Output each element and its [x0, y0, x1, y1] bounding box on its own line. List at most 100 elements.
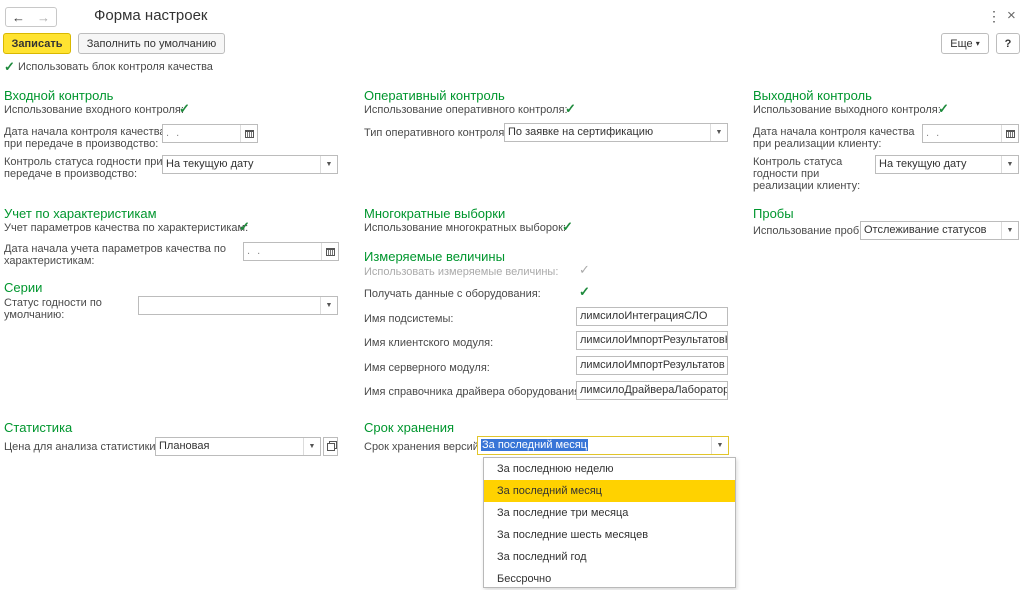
- series-status-label: Статус годности по умолчанию:: [4, 297, 102, 321]
- statistics-title: Статистика: [4, 420, 73, 435]
- output-status-value: На текущую дату: [879, 158, 967, 170]
- series-status-label-line1: Статус годности по: [4, 297, 102, 309]
- input-status-label-line2: передаче в производство:: [4, 168, 137, 180]
- output-start-date-label-line1: Дата начала контроля качества: [753, 126, 915, 138]
- input-start-date-label-line1: Дата начала контроля качества: [4, 126, 166, 138]
- dropdown-option[interactable]: Бессрочно: [484, 568, 735, 590]
- measured-driver-catalog-field[interactable]: лимсилоДрайвераЛабораторн: [576, 381, 728, 400]
- characteristics-start-date-field[interactable]: . .: [243, 242, 339, 261]
- quality-block-checkbox[interactable]: ✓: [4, 60, 16, 73]
- series-status-select[interactable]: ▼: [138, 296, 338, 315]
- multiple-samples-use-label: Использование многократных выборок:: [364, 222, 566, 234]
- measured-subsystem-field[interactable]: лимсилоИнтеграцияСЛО: [576, 307, 728, 326]
- storage-versions-value: За последний месяц: [481, 439, 588, 451]
- dropdown-option[interactable]: За последний месяц: [484, 480, 735, 502]
- chevron-down-icon[interactable]: ▼: [711, 437, 728, 454]
- statistics-price-field[interactable]: Плановая ▼: [155, 437, 321, 456]
- characteristics-start-label-line2: характеристикам:: [4, 255, 95, 267]
- dropdown-option[interactable]: За последние три месяца: [484, 502, 735, 524]
- dropdown-option[interactable]: За последние шесть месяцев: [484, 524, 735, 546]
- series-status-label-line2: умолчанию:: [4, 309, 65, 321]
- input-start-date-label: Дата начала контроля качества при переда…: [4, 126, 166, 150]
- output-control-title: Выходной контроль: [753, 88, 872, 103]
- operative-control-use-label: Использование оперативного контроля:: [364, 104, 568, 116]
- close-icon[interactable]: ×: [1007, 7, 1016, 24]
- more-button-label: Еще: [950, 37, 973, 50]
- fill-defaults-button[interactable]: Заполнить по умолчанию: [78, 33, 225, 54]
- multiple-samples-title: Многократные выборки: [364, 206, 506, 221]
- input-control-title: Входной контроль: [4, 88, 114, 103]
- input-status-label: Контроль статуса годности при передаче в…: [4, 156, 163, 180]
- samples-use-select[interactable]: Отслеживание статусов ▼: [860, 221, 1019, 240]
- output-start-date-label: Дата начала контроля качества при реализ…: [753, 126, 915, 150]
- chevron-down-icon[interactable]: ▼: [1001, 156, 1018, 173]
- output-status-label-line2: годности при: [753, 168, 820, 180]
- statistics-price-value: Плановая: [159, 440, 210, 452]
- characteristics-checkbox[interactable]: ✓: [239, 220, 251, 233]
- calendar-icon[interactable]: [321, 243, 338, 260]
- measured-client-module-field[interactable]: лимсилоИмпортРезультатовК: [576, 331, 728, 350]
- page-title: Форма настроек: [94, 7, 208, 24]
- measured-title: Измеряемые величины: [364, 249, 505, 264]
- input-status-select[interactable]: На текущую дату ▼: [162, 155, 338, 174]
- output-status-label: Контроль статуса годности при реализации…: [753, 156, 860, 192]
- measured-server-module-field[interactable]: лимсилоИмпортРезультатов: [576, 356, 728, 375]
- storage-versions-select[interactable]: За последний месяц ▼: [477, 436, 729, 455]
- output-control-checkbox[interactable]: ✓: [938, 102, 950, 115]
- statistics-price-label: Цена для анализа статистики:: [4, 441, 159, 453]
- input-control-use-label: Использование входного контроля:: [4, 104, 184, 116]
- characteristics-use-label: Учет параметров качества по характеристи…: [4, 222, 249, 234]
- samples-use-value: Отслеживание статусов: [864, 224, 987, 236]
- multiple-samples-checkbox[interactable]: ✓: [562, 220, 574, 233]
- more-button[interactable]: Еще ▾: [941, 33, 989, 54]
- input-status-label-line1: Контроль статуса годности при: [4, 156, 163, 168]
- measured-client-module-label: Имя клиентского модуля:: [364, 337, 494, 349]
- input-status-value: На текущую дату: [166, 158, 254, 170]
- chevron-down-icon[interactable]: ▼: [710, 124, 727, 141]
- nav-buttons: ← →: [5, 7, 57, 27]
- quality-block-label: Использовать блок контроля качества: [18, 61, 213, 73]
- date-mask: . .: [926, 127, 942, 139]
- chevron-down-icon[interactable]: ▼: [303, 438, 320, 455]
- chevron-down-icon[interactable]: ▼: [1001, 222, 1018, 239]
- measured-equipment-checkbox[interactable]: ✓: [579, 285, 591, 298]
- back-icon[interactable]: ←: [12, 10, 25, 25]
- operative-control-checkbox[interactable]: ✓: [565, 102, 577, 115]
- forward-icon[interactable]: →: [37, 10, 50, 25]
- storage-versions-label: Срок хранения версий:: [364, 441, 483, 453]
- input-control-checkbox[interactable]: ✓: [179, 102, 191, 115]
- chevron-down-icon: ▾: [975, 39, 980, 48]
- input-start-date-field[interactable]: . .: [162, 124, 258, 143]
- characteristics-start-label-line1: Дата начала учета параметров качества по: [4, 243, 226, 255]
- save-button[interactable]: Записать: [3, 33, 71, 54]
- help-button[interactable]: ?: [996, 33, 1020, 54]
- dropdown-option[interactable]: За последнюю неделю: [484, 458, 735, 480]
- measured-use-checkbox: ✓: [579, 262, 590, 277]
- measured-use-label: Использовать измеряемые величины:: [364, 266, 559, 278]
- output-status-label-line1: Контроль статуса: [753, 156, 843, 168]
- series-title: Серии: [4, 280, 43, 295]
- output-start-date-label-line2: при реализации клиенту:: [753, 138, 882, 150]
- samples-use-label: Использование проб:: [753, 225, 863, 237]
- storage-dropdown-list: За последнюю неделю За последний месяц З…: [483, 457, 736, 588]
- open-icon[interactable]: [323, 437, 338, 456]
- output-control-use-label: Использование выходного контроля:: [753, 104, 941, 116]
- chevron-down-icon[interactable]: ▼: [320, 156, 337, 173]
- dropdown-option[interactable]: За последний год: [484, 546, 735, 568]
- more-menu-icon[interactable]: ⋮: [987, 8, 1001, 25]
- calendar-icon[interactable]: [240, 125, 257, 142]
- operative-type-select[interactable]: По заявке на сертификацию ▼: [504, 123, 728, 142]
- input-start-date-label-line2: при передаче в производство:: [4, 138, 159, 150]
- operative-type-value: По заявке на сертификацию: [508, 126, 654, 138]
- operative-type-label: Тип оперативного контроля:: [364, 127, 508, 139]
- output-status-select[interactable]: На текущую дату ▼: [875, 155, 1019, 174]
- measured-server-module-label: Имя серверного модуля:: [364, 362, 490, 374]
- output-status-label-line3: реализации клиенту:: [753, 180, 861, 192]
- samples-title: Пробы: [753, 206, 794, 221]
- chevron-down-icon[interactable]: ▼: [320, 297, 337, 314]
- characteristics-title: Учет по характеристикам: [4, 206, 157, 221]
- output-start-date-field[interactable]: . .: [922, 124, 1019, 143]
- measured-equipment-label: Получать данные с оборудования:: [364, 288, 541, 300]
- date-mask: . .: [247, 245, 263, 257]
- calendar-icon[interactable]: [1001, 125, 1018, 142]
